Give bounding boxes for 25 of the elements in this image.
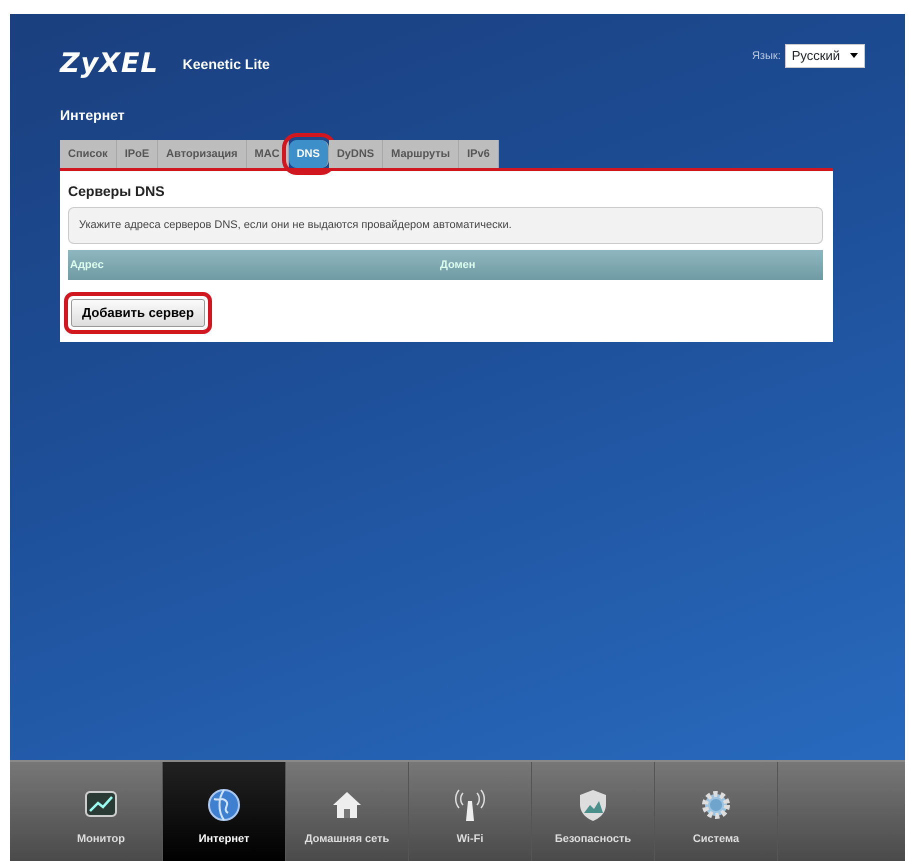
section-title: Серверы DNS [68,182,166,201]
tab[interactable]: Авторизация [158,140,247,168]
tab[interactable]: IPoE [116,140,158,168]
tab[interactable]: Список [60,140,117,168]
nav-item[interactable]: Интернет [163,762,286,861]
nav-item[interactable]: Безопасность [532,762,655,861]
hint-text: Укажите адреса серверов DNS, если они не выдаются провайдером автоматически. [68,207,823,244]
tab[interactable]: DyDNS [328,140,384,168]
language-label: Язык: [752,48,781,64]
nav-item[interactable]: Wi-Fi [409,762,532,861]
tab[interactable]: IPv6 [459,140,499,168]
nav-item[interactable]: Домашняя сеть [286,762,409,861]
column-header: Адрес [70,258,105,272]
model-name: Keenetic Lite [182,54,270,74]
language-select[interactable]: Русский [784,44,865,68]
logo: ZyXEL [60,47,159,81]
nav-item[interactable]: Монитор [40,762,163,861]
tab[interactable]: MAC [246,140,289,168]
page-title: Интернет [60,106,126,125]
caret-icon [850,53,858,58]
column-header: Домен [440,258,476,272]
globe-icon [206,786,242,822]
tab[interactable]: Маршруты [383,140,460,168]
add-server-button[interactable]: Добавить сервер [71,299,205,326]
nav-item[interactable]: Система [655,762,778,861]
